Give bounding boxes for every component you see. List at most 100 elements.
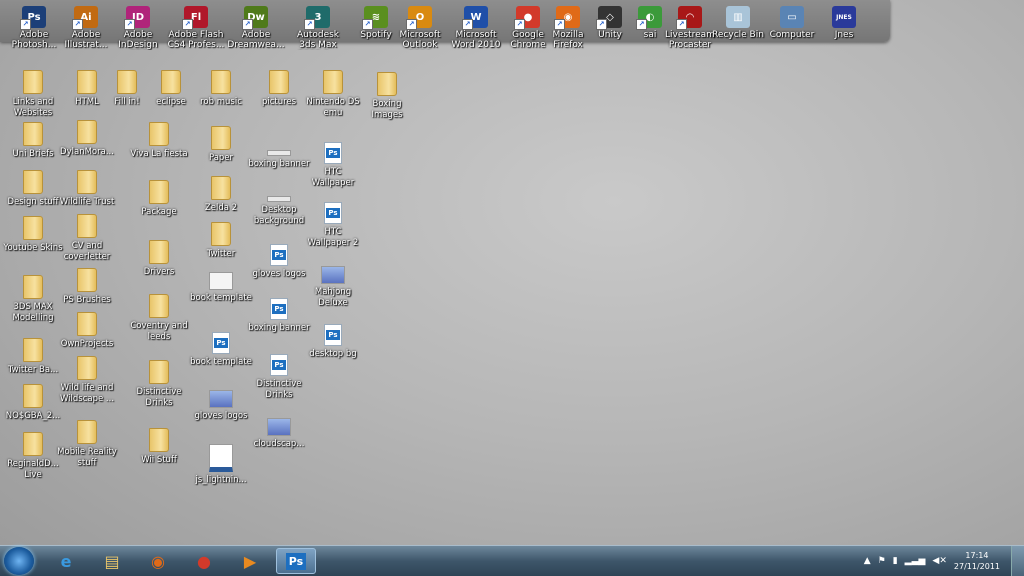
dock-item-jnes[interactable]: JNES Jnes: [814, 2, 874, 40]
shortcut-arrow-icon: ↗: [362, 19, 373, 30]
folder-icon: [77, 312, 97, 336]
dock-item-indesign[interactable]: ID↗Adobe InDesign CS4: [108, 2, 168, 50]
taskbar-internet-explorer[interactable]: e: [46, 548, 86, 574]
procaster-icon: ◠ ↗: [676, 6, 702, 30]
dock-item-3dsmax[interactable]: 3↗Autodesk 3ds Max 2009 3...: [288, 2, 348, 50]
indesign-icon: ID ↗: [124, 6, 150, 30]
desktop-icon-uni-briefs[interactable]: Uni Briefs: [2, 122, 64, 160]
desktop-icon-pictures[interactable]: pictures: [248, 70, 310, 108]
3dsmax-icon: 3 ↗: [304, 6, 330, 30]
desktop-icon-twitter-ba[interactable]: Twitter Ba...: [2, 338, 64, 376]
folder-icon: [377, 72, 397, 96]
shortcut-arrow-icon: ↗: [304, 19, 315, 30]
desktop-icon-label: Links and Websites: [12, 97, 54, 118]
desktop-icon-zelda-2[interactable]: Zelda 2: [190, 176, 252, 214]
dock-item-label: Jnes: [834, 30, 854, 40]
desktop-icon-nintendo-ds-emu[interactable]: Nintendo DS emu: [302, 70, 364, 119]
chrome-icon: ● ↗: [514, 6, 540, 30]
desktop-icon-label: Uni Briefs: [12, 149, 54, 159]
desktop-icon-mahjong-deluxe[interactable]: Mahjong Deluxe: [302, 266, 364, 309]
desktop-icon-nogba[interactable]: NO$GBA_2...: [2, 384, 64, 422]
desktop-icon-dylan-mora[interactable]: DylanMora...: [56, 120, 118, 158]
desktop-icon-label: Drivers: [143, 267, 175, 277]
dock-item-recycle-bin[interactable]: ▥ Recycle Bin: [708, 2, 768, 40]
desktop-icon-mobile-reality-stuff[interactable]: Mobile Reality stuff: [56, 420, 118, 469]
show-hidden-icons-arrow[interactable]: ▲: [864, 556, 871, 566]
flag-icon[interactable]: ⚑: [878, 556, 886, 566]
desktop-icon-label: Paper: [208, 153, 234, 163]
desktop-icon-htc-wallpaper[interactable]: Ps HTC Wallpaper: [302, 142, 364, 189]
dock-item-computer[interactable]: ▭ Computer: [762, 2, 822, 40]
desktop-icon-label: Nintendo DS emu: [306, 97, 360, 118]
folder-icon: [269, 70, 289, 94]
desktop-icon-book-template-psd[interactable]: Ps book template: [190, 332, 252, 368]
desktop-icon-3ds-max-modelling[interactable]: 3DS MAX Modelling: [2, 275, 64, 324]
desktop-icon-cv-and-coverletter[interactable]: CV and coverletter: [56, 214, 118, 263]
folder-icon: [149, 294, 169, 318]
folder-icon: [23, 275, 43, 299]
desktop-icon-wildlife-and-wildscape[interactable]: Wild life and Wildscape ...: [56, 356, 118, 405]
image-file-icon: [267, 150, 291, 156]
taskbar-windows-explorer[interactable]: ▤: [92, 548, 132, 574]
shortcut-arrow-icon: ↗: [406, 19, 417, 30]
dock-item-word[interactable]: W ↗ Microsoft Word 2010: [446, 2, 506, 50]
desktop-icon-boxing-images[interactable]: Boxing Images: [356, 72, 418, 121]
desktop-icon-desktop-background[interactable]: Desktop background: [248, 196, 310, 227]
taskbar-firefox[interactable]: ◉: [138, 548, 178, 574]
sai-icon: ◐ ↗: [636, 6, 662, 30]
top-dock: Ps ↗ Adobe Photosh... Ai ↗ Adobe Illustrat...…: [0, 0, 890, 50]
desktop-icon-htc-wallpaper-2[interactable]: Ps HTC Wallpaper 2: [302, 202, 364, 249]
desktop-icon-label: Mahjong Deluxe: [314, 287, 352, 308]
desktop-icon-gloves-logos-image[interactable]: gloves logos: [190, 390, 252, 422]
folder-icon: [77, 214, 97, 238]
desktop-icon-rob-music[interactable]: rob music: [190, 70, 252, 108]
desktop-icon-twitter[interactable]: Twitter: [190, 222, 252, 260]
dock-item-outlook[interactable]: O↗Microsoft Outlook 2010: [390, 2, 450, 50]
desktop-icon-label: Distinctive Drinks: [256, 379, 302, 400]
desktop-icon-viva-la-fiesta[interactable]: Viva La fiesta: [128, 122, 190, 160]
desktop-icon-design-stuff[interactable]: Design stuff: [2, 170, 64, 208]
desktop-icon-cloudscape[interactable]: cloudscap...: [248, 418, 310, 450]
folder-icon: [149, 360, 169, 384]
desktop-icon-wildlife-trust[interactable]: Wildlife Trust: [56, 170, 118, 208]
desktop-icon-book-template-image[interactable]: book template: [190, 272, 252, 304]
taskbar-media-player[interactable]: ▶: [230, 548, 270, 574]
dock-item-photoshop[interactable]: Ps ↗ Adobe Photosh...: [4, 2, 64, 50]
folder-icon: [149, 240, 169, 264]
desktop-icon-package[interactable]: Package: [128, 180, 190, 218]
start-button[interactable]: [4, 547, 34, 575]
desktop-icon-boxing-banner-psd[interactable]: Ps boxing banner: [248, 298, 310, 334]
dock-item-dreamweaver[interactable]: Dw ↗ Adobe Dreamwea...: [226, 2, 286, 50]
desktop-icon-youtube-skins[interactable]: Youtube Skins: [2, 216, 64, 254]
desktop-icon-distinctive-drinks-psd[interactable]: Ps Distinctive Drinks: [248, 354, 310, 401]
desktop[interactable]: Ps ↗ Adobe Photosh... Ai ↗ Adobe Illustrat...…: [0, 0, 1024, 545]
clock[interactable]: 17:14 27/11/2011: [954, 550, 1000, 572]
psd-file-icon: Ps: [324, 142, 342, 164]
desktop-icon-gloves-logos-psd[interactable]: Ps gloves logos: [248, 244, 310, 280]
desktop-icon-own-projects[interactable]: OwnProjects: [56, 312, 118, 350]
desktop-icon-boxing-banner-image[interactable]: boxing banner: [248, 150, 310, 170]
photoshop-icon: Ps: [285, 552, 307, 570]
desktop-icon-links-and-websites[interactable]: Links and Websites: [2, 70, 64, 119]
power-icon[interactable]: ▮: [893, 556, 898, 566]
desktop-icon-wii-stuff[interactable]: Wii Stuff: [128, 428, 190, 466]
desktop-icon-paper[interactable]: Paper: [190, 126, 252, 164]
dock-item-illustrator[interactable]: Ai ↗ Adobe Illustrat...: [56, 2, 116, 50]
desktop-icon-js-lightning[interactable]: js_lightnin...: [190, 444, 252, 486]
desktop-icon-label: rob music: [200, 97, 242, 107]
desktop-icon-coventry-and-leeds[interactable]: Coventry and leeds: [128, 294, 190, 343]
desktop-icon-drivers[interactable]: Drivers: [128, 240, 190, 278]
desktop-icon-desktop-bg[interactable]: Ps desktop bg: [302, 324, 364, 360]
desktop-icon-distinctive-drinks-folder[interactable]: Distinctive Drinks: [128, 360, 190, 409]
flash-icon: Fl ↗: [182, 6, 208, 30]
network-icon[interactable]: ▂▃▅: [905, 556, 926, 566]
desktop-icon-ps-brushes[interactable]: PS Brushes: [56, 268, 118, 306]
desktop-icon-label: NO$GBA_2...: [5, 411, 61, 421]
volume-muted-icon[interactable]: ◀✕: [932, 556, 946, 566]
dock-item-flash[interactable]: Fl ↗ Adobe Flash CS4 Profes...: [166, 2, 226, 50]
show-desktop-button[interactable]: [1011, 546, 1024, 576]
taskbar-chrome[interactable]: ●: [184, 548, 224, 574]
desktop-icon-reginald-live[interactable]: ReginaldD... Live: [2, 432, 64, 481]
taskbar-photoshop[interactable]: Ps: [276, 548, 316, 574]
desktop-icon-label: Wildlife Trust: [59, 197, 115, 207]
